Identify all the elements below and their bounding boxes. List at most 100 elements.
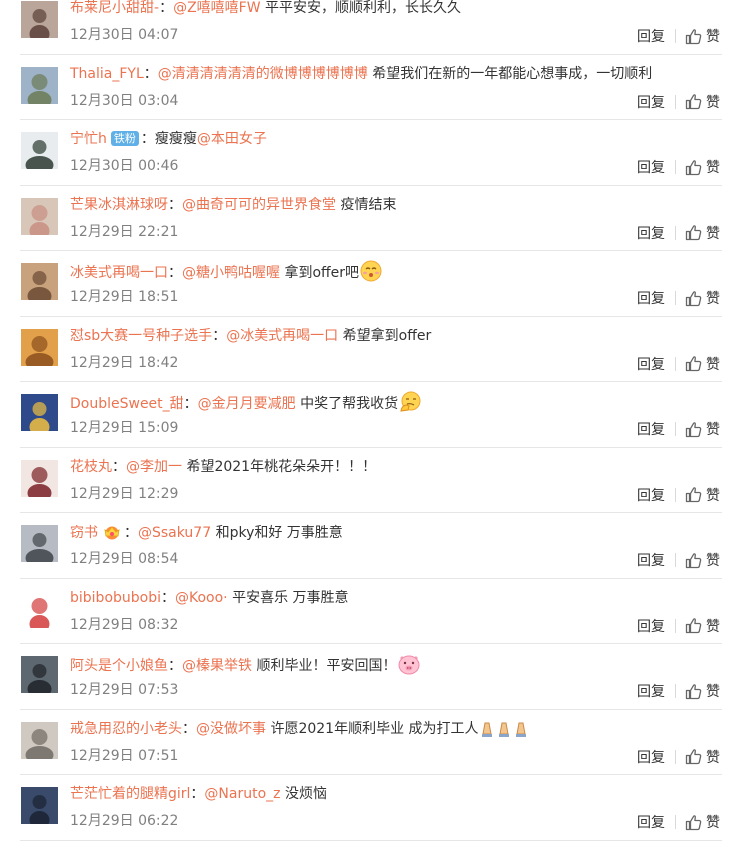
- comment-timestamp: 12月29日 15:09: [70, 420, 179, 436]
- comment-actions: 回复 赞: [637, 157, 720, 177]
- comment-timestamp: 12月29日 06:22: [70, 813, 179, 829]
- comment-item: 芒茫忙着的腿精girl：@Naruto_z 没烦恼 12月29日 06:22 回复 赞: [0, 775, 746, 841]
- commenter-name[interactable]: bibibobubobi: [70, 590, 161, 606]
- mention-link[interactable]: @Naruto_z: [204, 786, 280, 802]
- reply-button[interactable]: 回复: [637, 26, 665, 46]
- mention-link[interactable]: @Kooo·: [175, 590, 228, 606]
- avatar[interactable]: [21, 656, 58, 693]
- mention-link[interactable]: @金月月要减肥: [198, 396, 296, 412]
- mention-link[interactable]: @榛果举铁: [182, 658, 252, 674]
- reply-button[interactable]: 回复: [637, 485, 665, 505]
- comment-text: 希望拿到offer: [338, 327, 432, 344]
- commenter-name[interactable]: 窃书: [70, 525, 98, 541]
- like-button[interactable]: 赞: [685, 681, 720, 701]
- commenter-name[interactable]: 芒果冰淇淋球呀: [70, 197, 168, 213]
- avatar[interactable]: [21, 525, 58, 562]
- crown-icon[interactable]: [102, 522, 122, 546]
- comment-actions: 回复 赞: [637, 419, 720, 439]
- like-button[interactable]: 赞: [685, 92, 720, 112]
- divider: [675, 160, 676, 174]
- avatar[interactable]: [21, 394, 58, 431]
- like-button[interactable]: 赞: [685, 550, 720, 570]
- mention-link[interactable]: @Ssaku77: [138, 525, 211, 541]
- reply-button[interactable]: 回复: [637, 92, 665, 112]
- reply-button[interactable]: 回复: [637, 157, 665, 177]
- avatar[interactable]: [21, 263, 58, 300]
- thumbs-up-icon: [685, 486, 706, 503]
- commenter-name[interactable]: Thalia_FYL: [70, 66, 144, 82]
- comment-actions: 回复 赞: [637, 223, 720, 243]
- avatar[interactable]: [21, 197, 58, 235]
- avatar[interactable]: [21, 1, 58, 38]
- thumbs-up-icon: [685, 748, 706, 765]
- avatar[interactable]: [21, 590, 58, 628]
- avatar[interactable]: [21, 459, 58, 497]
- mention-link[interactable]: @曲奇可可的异世界食堂: [182, 197, 336, 213]
- fan-badge[interactable]: 铁粉: [110, 131, 139, 146]
- commenter-name[interactable]: 芒茫忙着的腿精girl: [70, 786, 190, 802]
- comment-text: 瘦瘦瘦: [154, 131, 197, 147]
- mention-link[interactable]: @没做坏事: [196, 721, 266, 737]
- commenter-name[interactable]: DoubleSweet_甜: [70, 396, 184, 412]
- comment-timestamp: 12月30日 04:07: [70, 27, 179, 43]
- like-button[interactable]: 赞: [685, 157, 720, 177]
- comment-actions: 回复 赞: [637, 747, 720, 767]
- avatar[interactable]: [21, 328, 58, 366]
- reply-button[interactable]: 回复: [637, 354, 665, 374]
- reply-button[interactable]: 回复: [637, 681, 665, 701]
- commenter-name[interactable]: 冰美式再喝一口: [70, 265, 168, 281]
- thumbs-up-icon: [685, 290, 706, 307]
- commenter-name[interactable]: 花枝丸: [70, 459, 112, 475]
- mention-link[interactable]: @清清清清清清的微博博博博博博: [158, 66, 368, 82]
- comment-timestamp: 12月29日 12:29: [70, 485, 179, 502]
- comment-item: 芒果冰淇淋球呀：@曲奇可可的异世界食堂 疫情结束 12月29日 22:21 回复 赞: [0, 186, 746, 251]
- comment-text: 平安喜乐 万事胜意: [227, 589, 349, 606]
- comment-line: bibibobubobi：@Kooo· 平安喜乐 万事胜意: [70, 588, 349, 608]
- avatar[interactable]: [21, 721, 58, 759]
- commenter-name[interactable]: 戒急用忍的小老头: [70, 721, 182, 737]
- commenter-name[interactable]: 怼sb大赛一号种子选手: [70, 328, 212, 344]
- like-label: 赞: [706, 225, 720, 242]
- mention-link[interactable]: @李加一: [126, 459, 182, 475]
- reply-button[interactable]: 回复: [637, 747, 665, 767]
- colon: ：: [168, 196, 182, 213]
- colon: ：: [190, 786, 205, 802]
- reply-button[interactable]: 回复: [637, 223, 665, 243]
- reply-button[interactable]: 回复: [637, 550, 665, 570]
- avatar[interactable]: [21, 787, 58, 824]
- mention-link[interactable]: @糖小鸭咕喔喔: [182, 265, 280, 281]
- comment-text: 平平安安，顺顺利利，长长久久: [260, 0, 462, 16]
- reply-button[interactable]: 回复: [637, 812, 665, 832]
- like-label: 赞: [706, 749, 720, 766]
- like-button[interactable]: 赞: [685, 616, 720, 636]
- comment-item: 宁忙h 铁粉 ：瘦瘦瘦@本田女子 12月30日 00:46 回复 赞: [0, 120, 746, 186]
- like-button[interactable]: 赞: [685, 747, 720, 767]
- comment-actions: 回复 赞: [637, 26, 720, 46]
- commenter-name[interactable]: 阿头是个小娘鱼: [70, 658, 168, 674]
- commenter-name[interactable]: 宁忙h: [70, 131, 107, 147]
- commenter-name[interactable]: 布莱尼小甜甜-: [70, 0, 159, 16]
- comment-timestamp: 12月29日 07:51: [70, 747, 179, 764]
- comment-actions: 回复 赞: [637, 812, 720, 832]
- like-button[interactable]: 赞: [685, 485, 720, 505]
- mention-link[interactable]: @本田女子: [197, 131, 267, 147]
- comment-text: 中奖了帮我收货: [295, 396, 399, 412]
- colon: ：: [168, 265, 182, 281]
- divider: [675, 225, 676, 240]
- avatar[interactable]: [21, 66, 58, 104]
- like-button[interactable]: 赞: [685, 812, 720, 832]
- reply-button[interactable]: 回复: [637, 288, 665, 308]
- reply-button[interactable]: 回复: [637, 419, 665, 439]
- mention-link[interactable]: @Z嘻嘻嘻FW: [173, 0, 261, 16]
- avatar[interactable]: [21, 132, 58, 169]
- like-button[interactable]: 赞: [685, 419, 720, 439]
- like-button[interactable]: 赞: [685, 288, 720, 308]
- comment-text: 希望2021年桃花朵朵开！！！: [182, 458, 377, 475]
- mention-link[interactable]: @冰美式再喝一口: [226, 328, 338, 344]
- like-button[interactable]: 赞: [685, 223, 720, 243]
- reply-button[interactable]: 回复: [637, 616, 665, 636]
- like-button[interactable]: 赞: [685, 354, 720, 374]
- thumbs-up-icon: [685, 814, 706, 831]
- like-button[interactable]: 赞: [685, 26, 720, 46]
- divider: [675, 487, 676, 502]
